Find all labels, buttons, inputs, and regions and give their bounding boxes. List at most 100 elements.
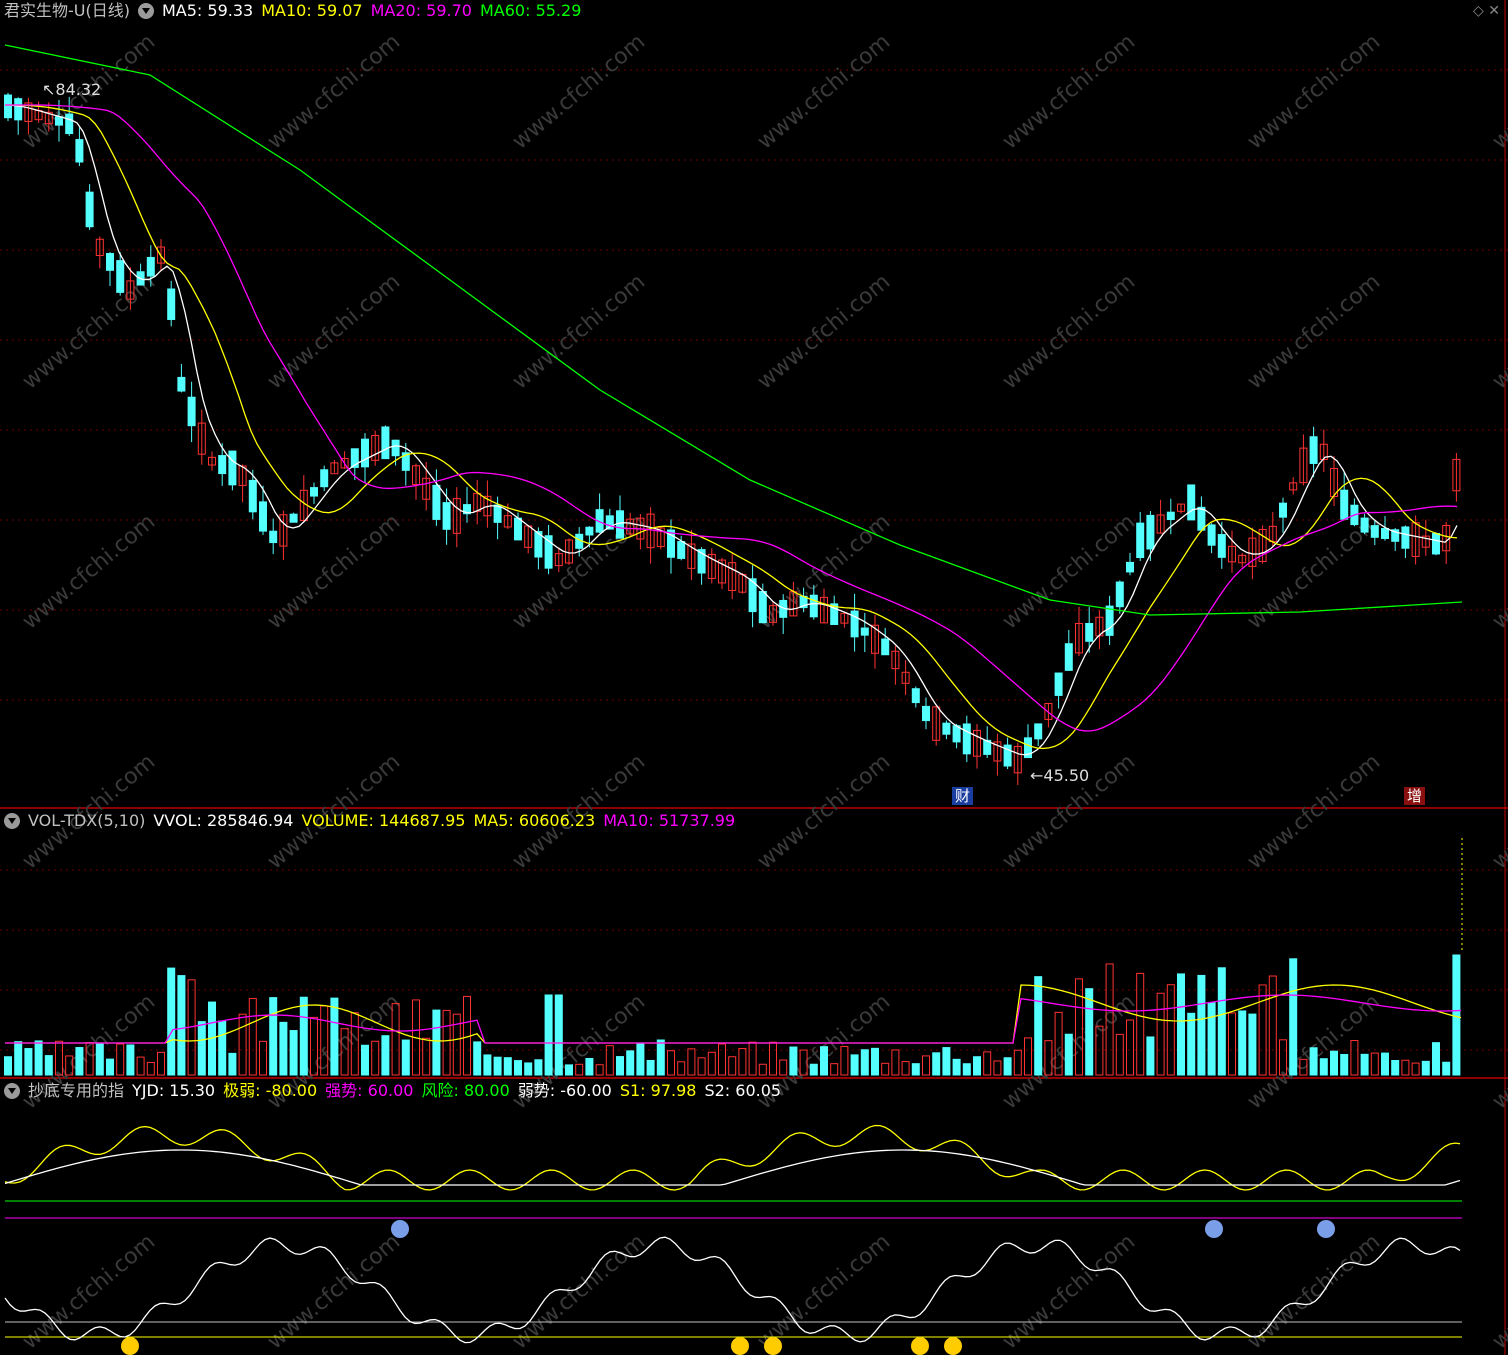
ma5-label: MA5: 59.33 [161,1,254,20]
volume-bar [952,1058,961,1076]
watermark-text: www.cfchi.com [263,29,405,154]
candle-body [320,469,329,488]
volume-bar [493,1056,502,1076]
candle-body [289,513,298,523]
candle-body [187,396,196,427]
candle-body [585,526,594,536]
vol-ma10-label: MA10: 51737.99 [603,811,736,830]
volume-bar [381,1035,390,1076]
watermark-text: www.cfchi.com [753,1229,895,1354]
volume-bar [1309,1047,1318,1076]
volume-bar [769,1041,777,1076]
volume-bar [1411,1062,1420,1076]
volume-panel-header: VOL-TDX(5,10) VVOL: 285846.94 VOLUME: 1446… [4,810,743,832]
volume-bar [1228,1012,1236,1076]
volume-bar [34,1040,43,1076]
volume-bar [248,998,257,1076]
indicator-panel-header: 抄底专用的指 YJD: 15.30 极弱: -80.00 强势: 60.00 风险: 8… [4,1080,789,1102]
volume-bar [197,1021,206,1076]
volume-bar [228,1052,237,1076]
candle-body [911,688,920,704]
watermark-text: www.cfchi.com [18,1229,160,1354]
volume-bar [1360,1053,1369,1076]
candle-body [361,438,369,468]
dropdown-icon[interactable] [4,1083,20,1099]
volume-bar [809,1063,818,1076]
high-price-label: 84.32 [55,80,102,99]
sad-face-icon [391,1220,409,1238]
candle-body [1207,524,1216,546]
volume-bar [891,1049,900,1076]
candle-body [881,638,890,656]
watermark-text: www.cfchi.com [263,1229,405,1354]
watermark-text: www.cfchi.com [998,509,1140,634]
ma20-line [5,104,1458,732]
candle-body [310,487,318,497]
volume-bar [503,1057,512,1076]
candle-body [616,510,624,539]
volume-bar [1432,1042,1440,1076]
candle-body [1187,484,1196,521]
sad-face-icon [1205,1220,1223,1238]
volume-bar [75,1047,84,1076]
candle-body [248,479,257,513]
volume-bar [401,1039,410,1076]
s1-line [4,1124,1461,1191]
volume-bar [1350,1040,1359,1076]
volume-bar [718,1043,726,1076]
dropdown-icon[interactable] [4,813,20,829]
volume-bar [1319,1058,1328,1076]
volume-bar [1136,972,1145,1076]
candle-body [922,705,930,722]
candle-body [1381,528,1389,539]
volume-bar [595,1064,604,1076]
candle-body [1126,561,1134,573]
watermark-text: www.cfchi.com [1243,749,1385,874]
volume-bar [983,1051,992,1076]
volume-bar [1452,954,1461,1076]
happy-face-icon [944,1337,962,1355]
watermark-text: www.cfchi.com [263,509,405,634]
s2-line [4,1149,1461,1186]
candle-body [55,116,63,126]
watermark-text: www.cfchi.com [1243,1229,1385,1354]
candle-body [758,591,767,624]
watermark-text: www.cfchi.com [1243,269,1385,394]
volume-bar [14,1041,23,1076]
volume-bar [1289,958,1298,1076]
volume-bar [269,997,278,1076]
candle-body [167,288,176,320]
volume-bar [24,1048,33,1076]
candle-body [1146,514,1155,550]
candle-body [1054,672,1063,696]
volume-bar [565,1064,573,1076]
yjd-label: YJD: 15.30 [132,1081,216,1100]
close-icon[interactable]: ✕ [1488,3,1500,19]
volume-bar [534,1059,543,1076]
volume-bar [1381,1052,1389,1076]
volume-bar [667,1050,675,1076]
finance-marker[interactable]: 财 [952,787,974,805]
candle-body [514,517,522,541]
fengxian-label: 风险: 80.00 [421,1081,510,1100]
qiangshi-label: 强势: 60.00 [325,1081,414,1100]
candle-body [1166,511,1175,521]
candle-body [75,139,84,163]
candle-body [1197,506,1206,531]
stock-title: 君实生物-U(日线) [4,1,130,20]
watermark-text: www.cfchi.com [18,509,160,634]
candle-body [809,594,818,618]
chart-canvas[interactable]: www.cfchi.com www.cfchi.com www.cfchi.com w… [0,0,1508,1355]
volume-bar [789,1046,798,1076]
volume-indicator-name: VOL-TDX(5,10) [28,811,146,830]
diamond-icon[interactable]: ◇ [1473,3,1484,19]
candle-body [1105,605,1114,636]
candle-body [65,113,74,135]
yjd-line [4,1236,1461,1344]
volume-bar [1258,984,1267,1076]
volume-bar [95,1042,104,1076]
dropdown-icon[interactable] [137,3,154,19]
add-issue-marker[interactable]: 增 [1404,787,1426,805]
candle-body [1064,643,1073,671]
ma20-label: MA20: 59.70 [370,1,472,20]
